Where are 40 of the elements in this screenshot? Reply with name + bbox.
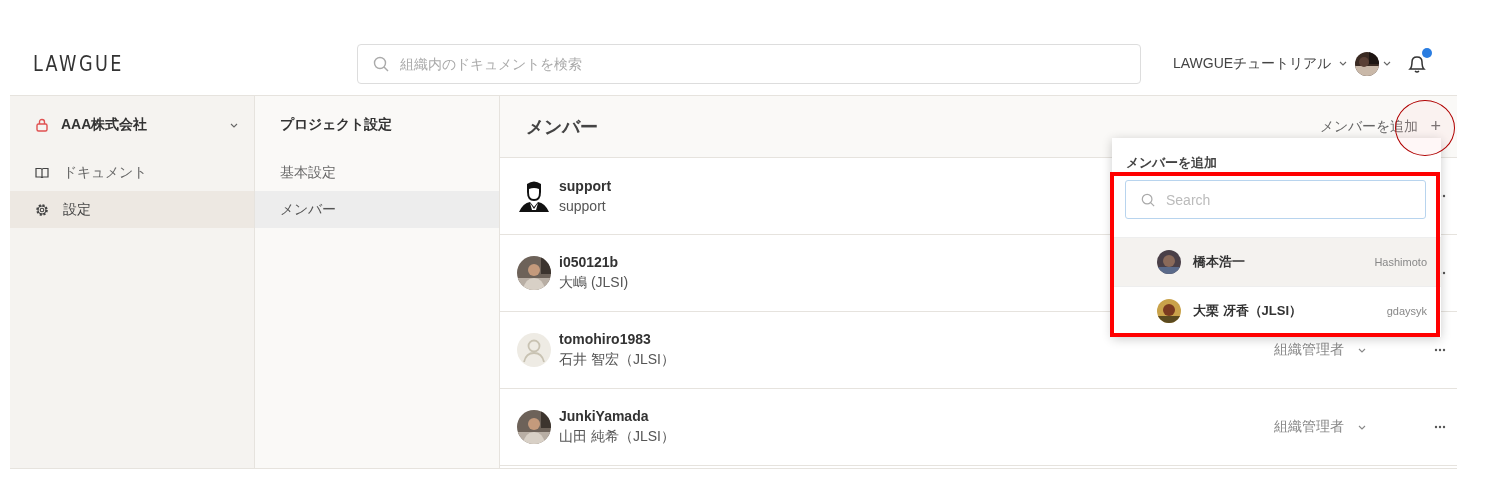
popup-title: メンバーを追加	[1125, 154, 1218, 172]
search-icon	[373, 55, 389, 72]
settings-icon	[35, 202, 49, 217]
user-option[interactable]: 橋本浩一 Hashimoto	[1112, 237, 1441, 286]
sidebar-item[interactable]: ドキュメント	[10, 154, 254, 191]
member-name: 山田 純希（JLSI）	[559, 428, 675, 446]
member-username: tomohiro1983	[559, 331, 651, 347]
workspace-dropdown[interactable]: LAWGUEチュートリアル	[1173, 54, 1332, 73]
caret-icon	[230, 122, 238, 128]
caret-icon	[1383, 61, 1392, 66]
logo[interactable]: LAWGUE	[33, 51, 293, 76]
member-name: 大嶋 (JLSI)	[559, 274, 629, 292]
member-username: JunkiYamada	[559, 408, 649, 424]
page-title: メンバー	[526, 115, 598, 139]
role-dropdown[interactable]: 組織管理者	[1274, 418, 1344, 436]
account-menu[interactable]	[1355, 51, 1392, 76]
member-username: support	[559, 178, 612, 194]
search-field[interactable]: Search	[1125, 180, 1426, 219]
book-icon	[35, 165, 49, 180]
role-dropdown[interactable]: 組織管理者	[1274, 341, 1344, 359]
caret-icon	[1358, 347, 1366, 353]
caret-icon	[1358, 424, 1366, 430]
caret-icon	[1339, 61, 1348, 66]
sidebar-item[interactable]: 設定	[10, 191, 254, 228]
lock-icon	[35, 118, 49, 132]
person-icon	[517, 179, 551, 213]
settings-nav-item[interactable]: 基本設定	[255, 154, 499, 191]
panel-title: プロジェクト設定	[279, 115, 393, 134]
more-icon[interactable]	[1434, 348, 1446, 352]
member-name: 石井 智宏（JLSI）	[559, 351, 675, 369]
settings-nav-item[interactable]: メンバー	[255, 191, 499, 228]
more-icon[interactable]	[1434, 425, 1446, 429]
member-username: i050121b	[559, 254, 619, 270]
search-icon	[1141, 193, 1155, 207]
member-name: support	[559, 198, 606, 214]
user-option[interactable]: 大栗 冴香（JLSI） gdaysyk	[1112, 286, 1441, 335]
notification-button[interactable]	[1405, 51, 1430, 76]
avatar-icon	[517, 333, 551, 367]
search-field[interactable]: 組織内のドキュメントを検索	[357, 43, 1141, 84]
org-selector[interactable]: AAA株式会社	[10, 96, 254, 154]
